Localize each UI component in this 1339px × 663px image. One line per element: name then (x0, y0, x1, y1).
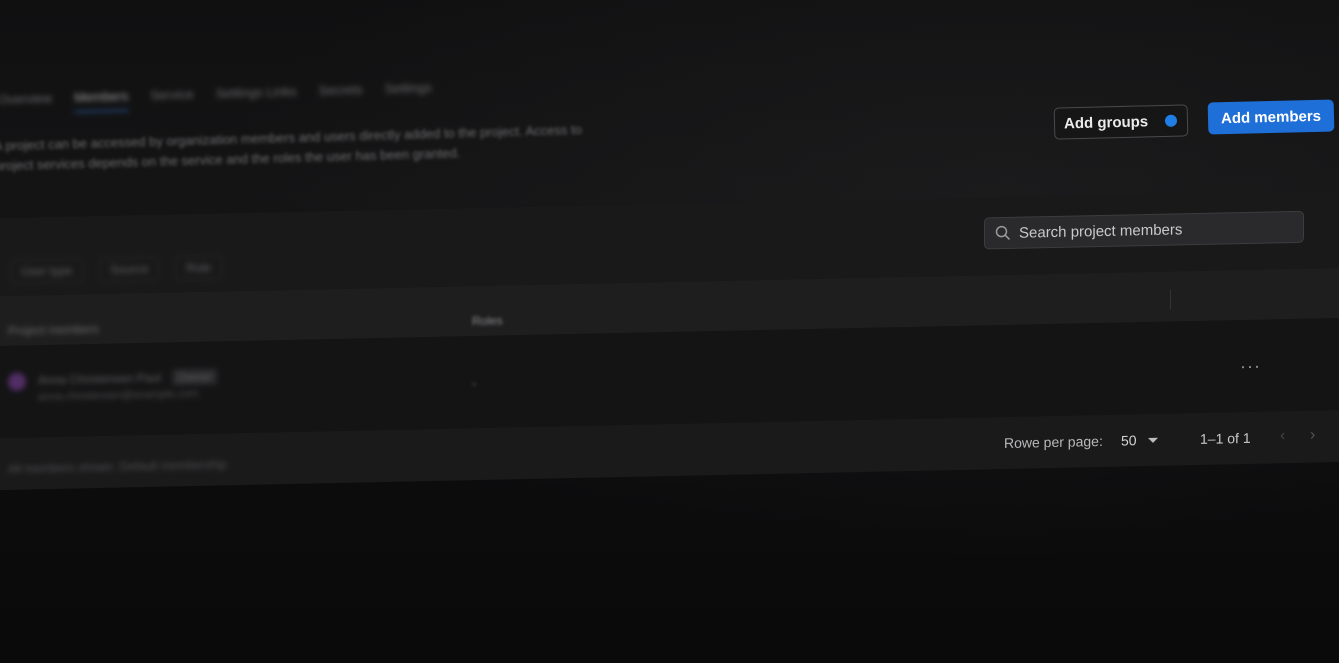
tab-settings-links[interactable]: Settings Links (216, 83, 297, 100)
search-input[interactable]: Search project members (984, 210, 1304, 250)
chevron-down-icon[interactable] (1148, 437, 1158, 444)
filter-source[interactable]: Source (99, 256, 160, 282)
add-groups-button[interactable]: Add groups (1053, 104, 1189, 140)
member-role: - (472, 376, 476, 391)
filter-group: User type Source Role (10, 255, 223, 284)
tab-overview[interactable]: Overview (0, 90, 52, 107)
pagination-range: 1–1 of 1 (1200, 429, 1251, 447)
search-placeholder: Search project members (1019, 220, 1183, 242)
column-header-roles: Roles (472, 313, 503, 329)
notification-dot-icon (1164, 114, 1178, 127)
tab-service[interactable]: Service (150, 86, 194, 102)
rows-per-page-select[interactable]: 50 (1121, 432, 1137, 448)
add-groups-label: Add groups (1063, 112, 1149, 132)
tab-secrets[interactable]: Secrets (318, 81, 362, 97)
column-divider (1170, 289, 1171, 310)
members-panel: User type Source Role Search project mem… (0, 190, 1339, 498)
add-members-label: Add members (1220, 107, 1322, 127)
tab-bar: Overview Members Service Settings Links … (0, 72, 432, 114)
owner-badge: Owner (172, 368, 218, 386)
footer-note: All members shown. Default membership (8, 457, 227, 476)
filter-role[interactable]: Role (175, 255, 223, 281)
chevron-left-icon[interactable]: ‹ (1280, 427, 1285, 445)
tab-members[interactable]: Members (74, 88, 129, 105)
page-description: A project can be accessed by organizatio… (0, 121, 583, 174)
tab-settings[interactable]: Settings (384, 79, 431, 95)
member-email: anna.christensen@example.com (38, 387, 199, 404)
rows-per-page-label: Rowe per page: (1004, 432, 1103, 452)
more-actions-icon[interactable]: ··· (1240, 356, 1261, 377)
member-name: Anna Christensen Paul Owner (38, 368, 218, 389)
avatar (8, 372, 26, 391)
add-members-button[interactable]: Add members (1207, 99, 1335, 135)
filter-user-type[interactable]: User type (10, 258, 84, 284)
chevron-right-icon[interactable]: › (1310, 427, 1315, 445)
member-name-text: Anna Christensen Paul (38, 370, 161, 388)
column-header-members[interactable]: Project members (8, 322, 99, 338)
page: Overview Members Service Settings Links … (0, 0, 1339, 663)
search-icon (995, 225, 1011, 240)
